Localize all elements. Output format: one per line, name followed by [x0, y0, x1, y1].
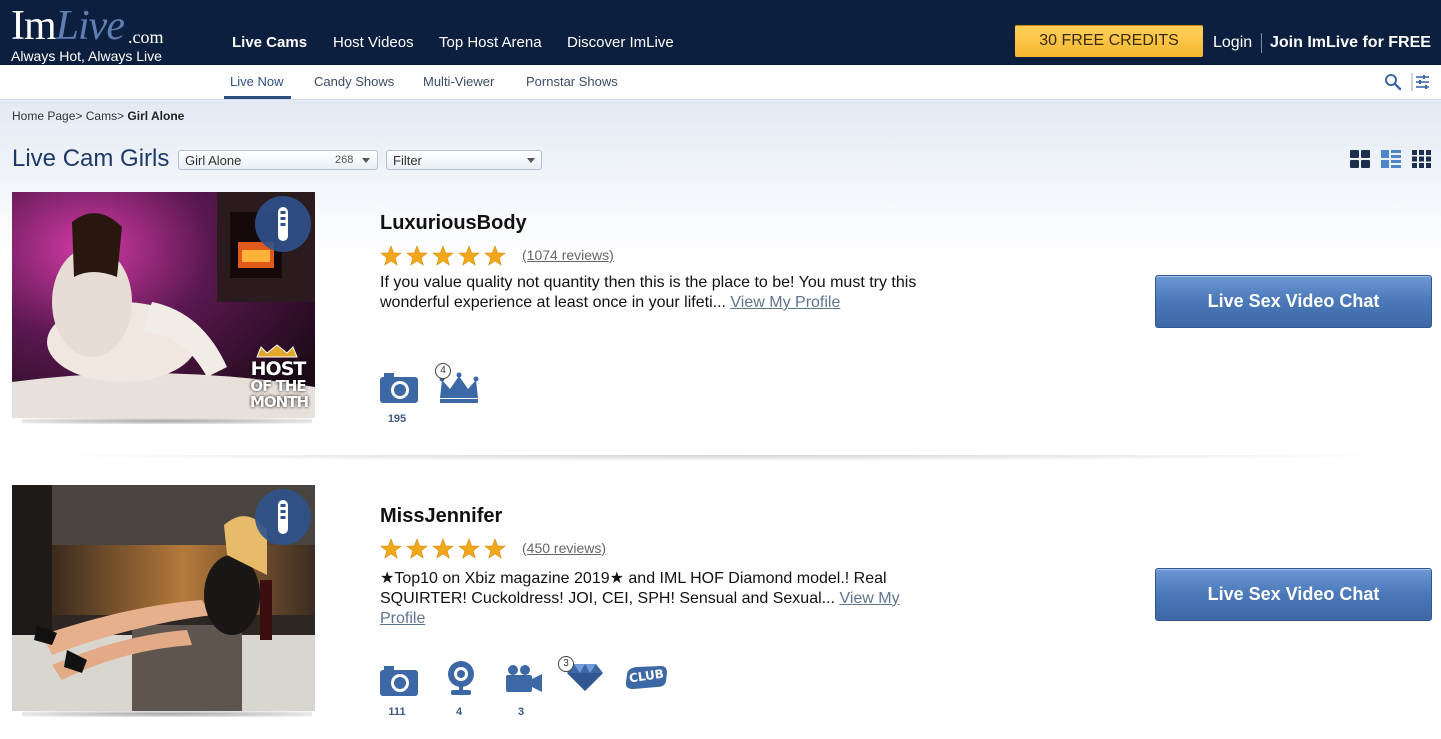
filter-sliders-icon[interactable] [1410, 73, 1430, 91]
photo-count: 195 [387, 413, 407, 425]
toy-icon [278, 207, 288, 241]
top-header: ImLive .com Always Hot, Always Live Live… [0, 0, 1441, 65]
subnav-pornstar-shows[interactable]: Pornstar Shows [526, 74, 618, 89]
photo-shadow [22, 711, 312, 717]
category-dropdown[interactable]: Girl Alone 268 [178, 150, 378, 170]
free-credits-button[interactable]: 30 FREE CREDITS [1015, 25, 1203, 57]
live-chat-button[interactable]: Live Sex Video Chat [1155, 275, 1432, 328]
photo-shadow [22, 418, 312, 424]
logo-wordmark: ImLive [11, 3, 125, 49]
toy-badge [255, 489, 311, 545]
model-name[interactable]: MissJennifer [380, 505, 502, 528]
toy-badge [255, 196, 311, 252]
logo-domain: .com [128, 27, 164, 47]
host-of-month-crown-icon [256, 344, 298, 358]
reviews-link[interactable]: (450 reviews) [522, 540, 606, 556]
video-count: 3 [517, 706, 525, 718]
list-view-icon[interactable] [1381, 150, 1401, 168]
host-of-the-month-badge: HOST OF THE MONTH [250, 358, 309, 411]
model-photo[interactable]: HOST OF THE MONTH [12, 192, 315, 418]
view-profile-link[interactable]: View My Profile [730, 294, 840, 311]
breadcrumb-current: Girl Alone [127, 109, 185, 123]
login-link[interactable]: Login [1213, 34, 1252, 52]
small-grid-view-icon[interactable] [1412, 150, 1432, 168]
rating-stars-icon [380, 538, 506, 559]
camera-icon[interactable] [380, 372, 418, 404]
nav-host-videos[interactable]: Host Videos [333, 34, 414, 51]
breadcrumb-cams[interactable]: Cams> [86, 109, 124, 123]
join-link[interactable]: Join ImLive for FREE [1270, 34, 1431, 52]
live-chat-button[interactable]: Live Sex Video Chat [1155, 568, 1432, 621]
category-count: 268 [335, 154, 354, 166]
chevron-down-icon [362, 158, 370, 163]
diamond-badge-count: 3 [558, 656, 574, 672]
chevron-down-icon [527, 158, 535, 163]
card-divider [30, 455, 1410, 461]
nav-live-cams[interactable]: Live Cams [232, 34, 307, 51]
nav-top-host-arena[interactable]: Top Host Arena [439, 34, 542, 51]
reviews-link[interactable]: (1074 reviews) [522, 247, 614, 263]
toy-icon [278, 500, 288, 534]
breadcrumb: Home Page> Cams> Girl Alone [12, 109, 184, 123]
crown-badge-count: 4 [435, 363, 451, 379]
rating-stars-icon [380, 245, 506, 266]
page-title: Live Cam Girls [12, 145, 170, 172]
video-camera-icon[interactable] [505, 664, 543, 694]
club-icon[interactable]: CLUB [623, 665, 669, 691]
header-divider [1261, 33, 1262, 53]
large-grid-view-icon[interactable] [1350, 150, 1370, 168]
filter-dropdown[interactable]: Filter [386, 150, 542, 170]
filter-dropdown-label: Filter [393, 153, 422, 168]
subnav-multi-viewer[interactable]: Multi-Viewer [423, 74, 494, 89]
active-tab-indicator [224, 96, 291, 99]
webcam-count: 4 [455, 706, 463, 718]
search-icon[interactable] [1384, 73, 1402, 91]
model-photo[interactable] [12, 485, 315, 711]
sub-nav: Live Now Candy Shows Multi-Viewer Pornst… [0, 65, 1441, 100]
model-description: If you value quality not quantity then t… [380, 274, 917, 311]
subnav-candy-shows[interactable]: Candy Shows [314, 74, 394, 89]
logo-tagline: Always Hot, Always Live [11, 48, 162, 64]
photo-count: 111 [388, 706, 406, 718]
subnav-live-now[interactable]: Live Now [230, 74, 283, 89]
webcam-icon[interactable] [445, 660, 477, 698]
category-dropdown-label: Girl Alone [185, 153, 242, 168]
camera-icon[interactable] [380, 665, 418, 697]
breadcrumb-home[interactable]: Home Page> [12, 109, 82, 123]
model-description: ★Top10 on Xbiz magazine 2019★ and IML HO… [380, 570, 900, 627]
model-name[interactable]: LuxuriousBody [380, 212, 527, 235]
nav-discover-imlive[interactable]: Discover ImLive [567, 34, 674, 51]
